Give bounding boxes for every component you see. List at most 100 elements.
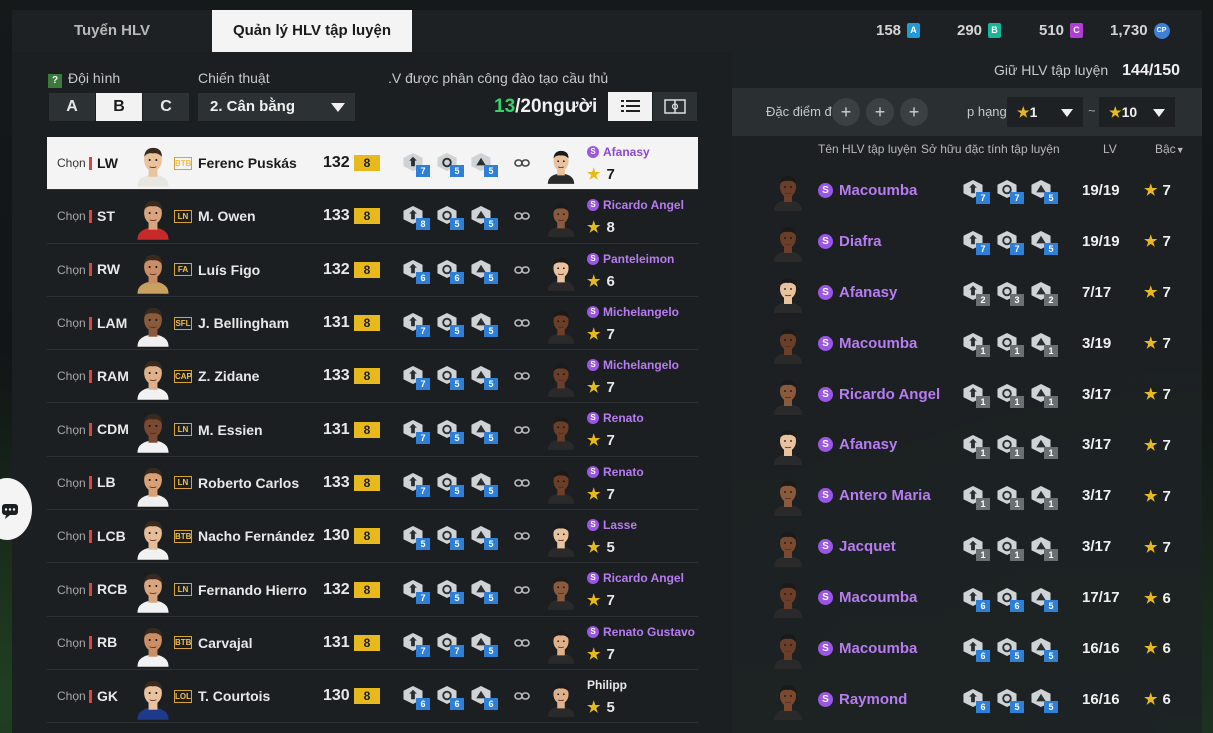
player-row[interactable]: Chọn ST LN M. Owen 133 8 8 5 5 S Ricardo Angel ★ 8 bbox=[47, 190, 698, 244]
list-view-button[interactable] bbox=[608, 92, 652, 121]
header-lv[interactable]: LV bbox=[1103, 142, 1117, 156]
squad-option-a[interactable]: A bbox=[49, 93, 96, 121]
trait-level: 5 bbox=[450, 591, 464, 604]
coach-tier-value: 6 bbox=[1162, 640, 1171, 658]
player-row[interactable]: Chọn RAM CAP Z. Zidane 133 8 7 5 5 S Michelangelo ★… bbox=[47, 350, 698, 404]
add-trait-filter-2[interactable]: + bbox=[866, 98, 894, 126]
squad-label-wrap: ? Đội hình bbox=[48, 70, 120, 88]
player-row[interactable]: Chọn RB BTB Carvajal 131 8 7 7 5 S Renato Gustavo ★… bbox=[47, 617, 698, 670]
header-coach-name[interactable]: Tên HLV tập luyện bbox=[818, 142, 917, 156]
coach-row[interactable]: S Macoumba 1 1 1 3/19 ★ 7 bbox=[732, 318, 1202, 369]
rank-from-dropdown[interactable]: ★1 bbox=[1007, 97, 1083, 127]
currency-c: 510 C bbox=[1039, 22, 1084, 39]
player-trait: 5 bbox=[470, 152, 498, 178]
tab-manage-coach[interactable]: Quản lý HLV tập luyện bbox=[212, 10, 412, 52]
coach-lv: 19/19 bbox=[1082, 181, 1120, 199]
pitch-view-button[interactable] bbox=[653, 92, 697, 121]
coach-trait: 1 bbox=[962, 332, 990, 358]
trait-level: 1 bbox=[976, 396, 990, 408]
header-traits[interactable]: Sở hữu đặc tính tập luyện bbox=[921, 142, 1060, 156]
coach-row[interactable]: S Diafra 7 7 5 19/19 ★ 7 bbox=[732, 216, 1202, 267]
coach-avatar bbox=[544, 518, 578, 558]
select-button[interactable]: Chọn bbox=[57, 529, 86, 543]
chat-button[interactable] bbox=[0, 478, 32, 540]
coach-filter-bar: Đặc điểm đ + + + p hạng ★1 ~ ★10 bbox=[732, 88, 1202, 136]
squad-option-c[interactable]: C bbox=[143, 93, 190, 121]
select-button[interactable]: Chọn bbox=[57, 369, 86, 383]
player-position: RAM bbox=[89, 369, 129, 383]
coach-row[interactable]: S Macoumba 6 5 5 16/16 ★ 6 bbox=[732, 623, 1202, 674]
coach-row[interactable]: S Afanasy 2 3 2 7/17 ★ 7 bbox=[732, 267, 1202, 318]
trait-level: 7 bbox=[416, 431, 430, 444]
squad-option-b[interactable]: B bbox=[96, 93, 143, 121]
coach-trait: 1 bbox=[962, 434, 990, 459]
player-trait: 7 bbox=[402, 419, 430, 444]
player-name: T. Courtois bbox=[198, 688, 271, 705]
select-button[interactable]: Chọn bbox=[57, 636, 86, 650]
player-ovr: 132 bbox=[323, 580, 350, 598]
select-button[interactable]: Chọn bbox=[57, 316, 86, 330]
link-icon bbox=[514, 532, 530, 541]
player-row[interactable]: Chọn RW FA Luís Figo 132 8 6 6 5 S Panteleimon ★ 6 bbox=[47, 244, 698, 297]
assigned-coach-name: S Michelangelo bbox=[587, 358, 679, 372]
player-row[interactable]: Chọn LCB BTB Nacho Fernández 130 8 5 5 5 S Lasse ★ 5 bbox=[47, 510, 698, 564]
coach-stars-value: 6 bbox=[606, 272, 615, 290]
season-badge: CAP bbox=[174, 369, 192, 383]
coach-trait: 7 bbox=[962, 179, 990, 205]
coach-row[interactable]: S Afanasy 1 1 1 3/17 ★ 7 bbox=[732, 419, 1202, 470]
keep-coach-value: 144/150 bbox=[1122, 62, 1180, 79]
player-traits: 8 5 5 bbox=[402, 205, 498, 231]
trait-level: 1 bbox=[976, 446, 990, 459]
assigned-coach-label: Panteleimon bbox=[603, 251, 675, 266]
trait-level: 5 bbox=[1044, 701, 1058, 714]
player-row[interactable]: Chọn LW BTB Ferenc Puskás 132 8 7 5 5 S Afanasy ★ 7 bbox=[47, 137, 698, 191]
player-trait: 7 bbox=[436, 632, 464, 657]
coach-row[interactable]: S Macoumba 7 7 5 19/19 ★ 7 bbox=[732, 165, 1202, 216]
coach-avatar bbox=[770, 171, 806, 211]
select-button[interactable]: Chọn bbox=[57, 476, 86, 490]
player-row[interactable]: Chọn LB LN Roberto Carlos 133 8 7 5 5 S Renato ★ 7 bbox=[47, 457, 698, 511]
select-button[interactable]: Chọn bbox=[57, 689, 86, 703]
rank-to-dropdown[interactable]: ★10 bbox=[1099, 97, 1175, 127]
assigned-coach-stars: ★ 7 bbox=[587, 485, 615, 503]
coach-trait: 1 bbox=[1030, 434, 1058, 459]
coach-avatar bbox=[544, 252, 578, 292]
tactic-dropdown[interactable]: 2. Cân bằng bbox=[198, 93, 355, 121]
player-trait: 8 bbox=[402, 205, 430, 231]
tab-recruit-coach[interactable]: Tuyển HLV bbox=[12, 10, 212, 52]
coach-row[interactable]: S Antero Maria 1 1 1 3/17 ★ 7 bbox=[732, 470, 1202, 521]
player-position: RB bbox=[89, 635, 117, 650]
squad-label: Đội hình bbox=[68, 70, 121, 86]
select-button[interactable]: Chọn bbox=[57, 209, 86, 223]
link-icon bbox=[514, 265, 530, 274]
coach-tier-value: 7 bbox=[1162, 182, 1171, 200]
select-button[interactable]: Chọn bbox=[57, 583, 86, 597]
coach-trait: 1 bbox=[962, 485, 990, 510]
special-coach-icon: S bbox=[818, 691, 833, 707]
special-coach-icon: S bbox=[818, 488, 833, 504]
select-button[interactable]: Chọn bbox=[57, 263, 86, 277]
season-badge: LN bbox=[174, 583, 192, 597]
coach-row[interactable]: S Jacquet 1 1 1 3/17 ★ 7 bbox=[732, 521, 1202, 572]
assigned-coach-name: S Renato bbox=[587, 465, 644, 479]
player-position: RCB bbox=[89, 582, 127, 597]
help-icon[interactable]: ? bbox=[48, 74, 62, 88]
player-row[interactable]: Chọn CDM LN M. Essien 131 8 7 5 5 S Renato ★ 7 bbox=[47, 403, 698, 457]
player-row[interactable]: Chọn GK LOL T. Courtois 130 8 6 6 6 Philipp ★ 5 bbox=[47, 670, 698, 724]
coach-row[interactable]: S Ricardo Angel 1 1 1 3/17 ★ 7 bbox=[732, 369, 1202, 420]
header-tier[interactable]: Bậc▼ bbox=[1155, 142, 1185, 156]
player-traits: 7 5 5 bbox=[402, 579, 498, 604]
trait-level: 5 bbox=[484, 325, 498, 338]
player-row[interactable]: Chọn RCB LN Fernando Hierro 132 8 7 5 5 S Ricardo … bbox=[47, 563, 698, 617]
coach-row[interactable]: S Raymond 6 5 5 16/16 ★ 6 bbox=[732, 674, 1202, 725]
coach-trait: 1 bbox=[1030, 536, 1058, 561]
select-button[interactable]: Chọn bbox=[57, 423, 86, 437]
coach-tier: ★ 7 bbox=[1144, 232, 1171, 250]
special-coach-icon: S bbox=[818, 437, 833, 453]
add-trait-filter-1[interactable]: + bbox=[832, 98, 860, 126]
coach-avatar bbox=[770, 375, 806, 415]
player-row[interactable]: Chọn LAM SFL J. Bellingham 131 8 7 5 5 S Michelang… bbox=[47, 297, 698, 351]
select-button[interactable]: Chọn bbox=[57, 156, 86, 170]
coach-row[interactable]: S Macoumba 6 6 5 17/17 ★ 6 bbox=[732, 572, 1202, 623]
add-trait-filter-3[interactable]: + bbox=[900, 98, 928, 126]
